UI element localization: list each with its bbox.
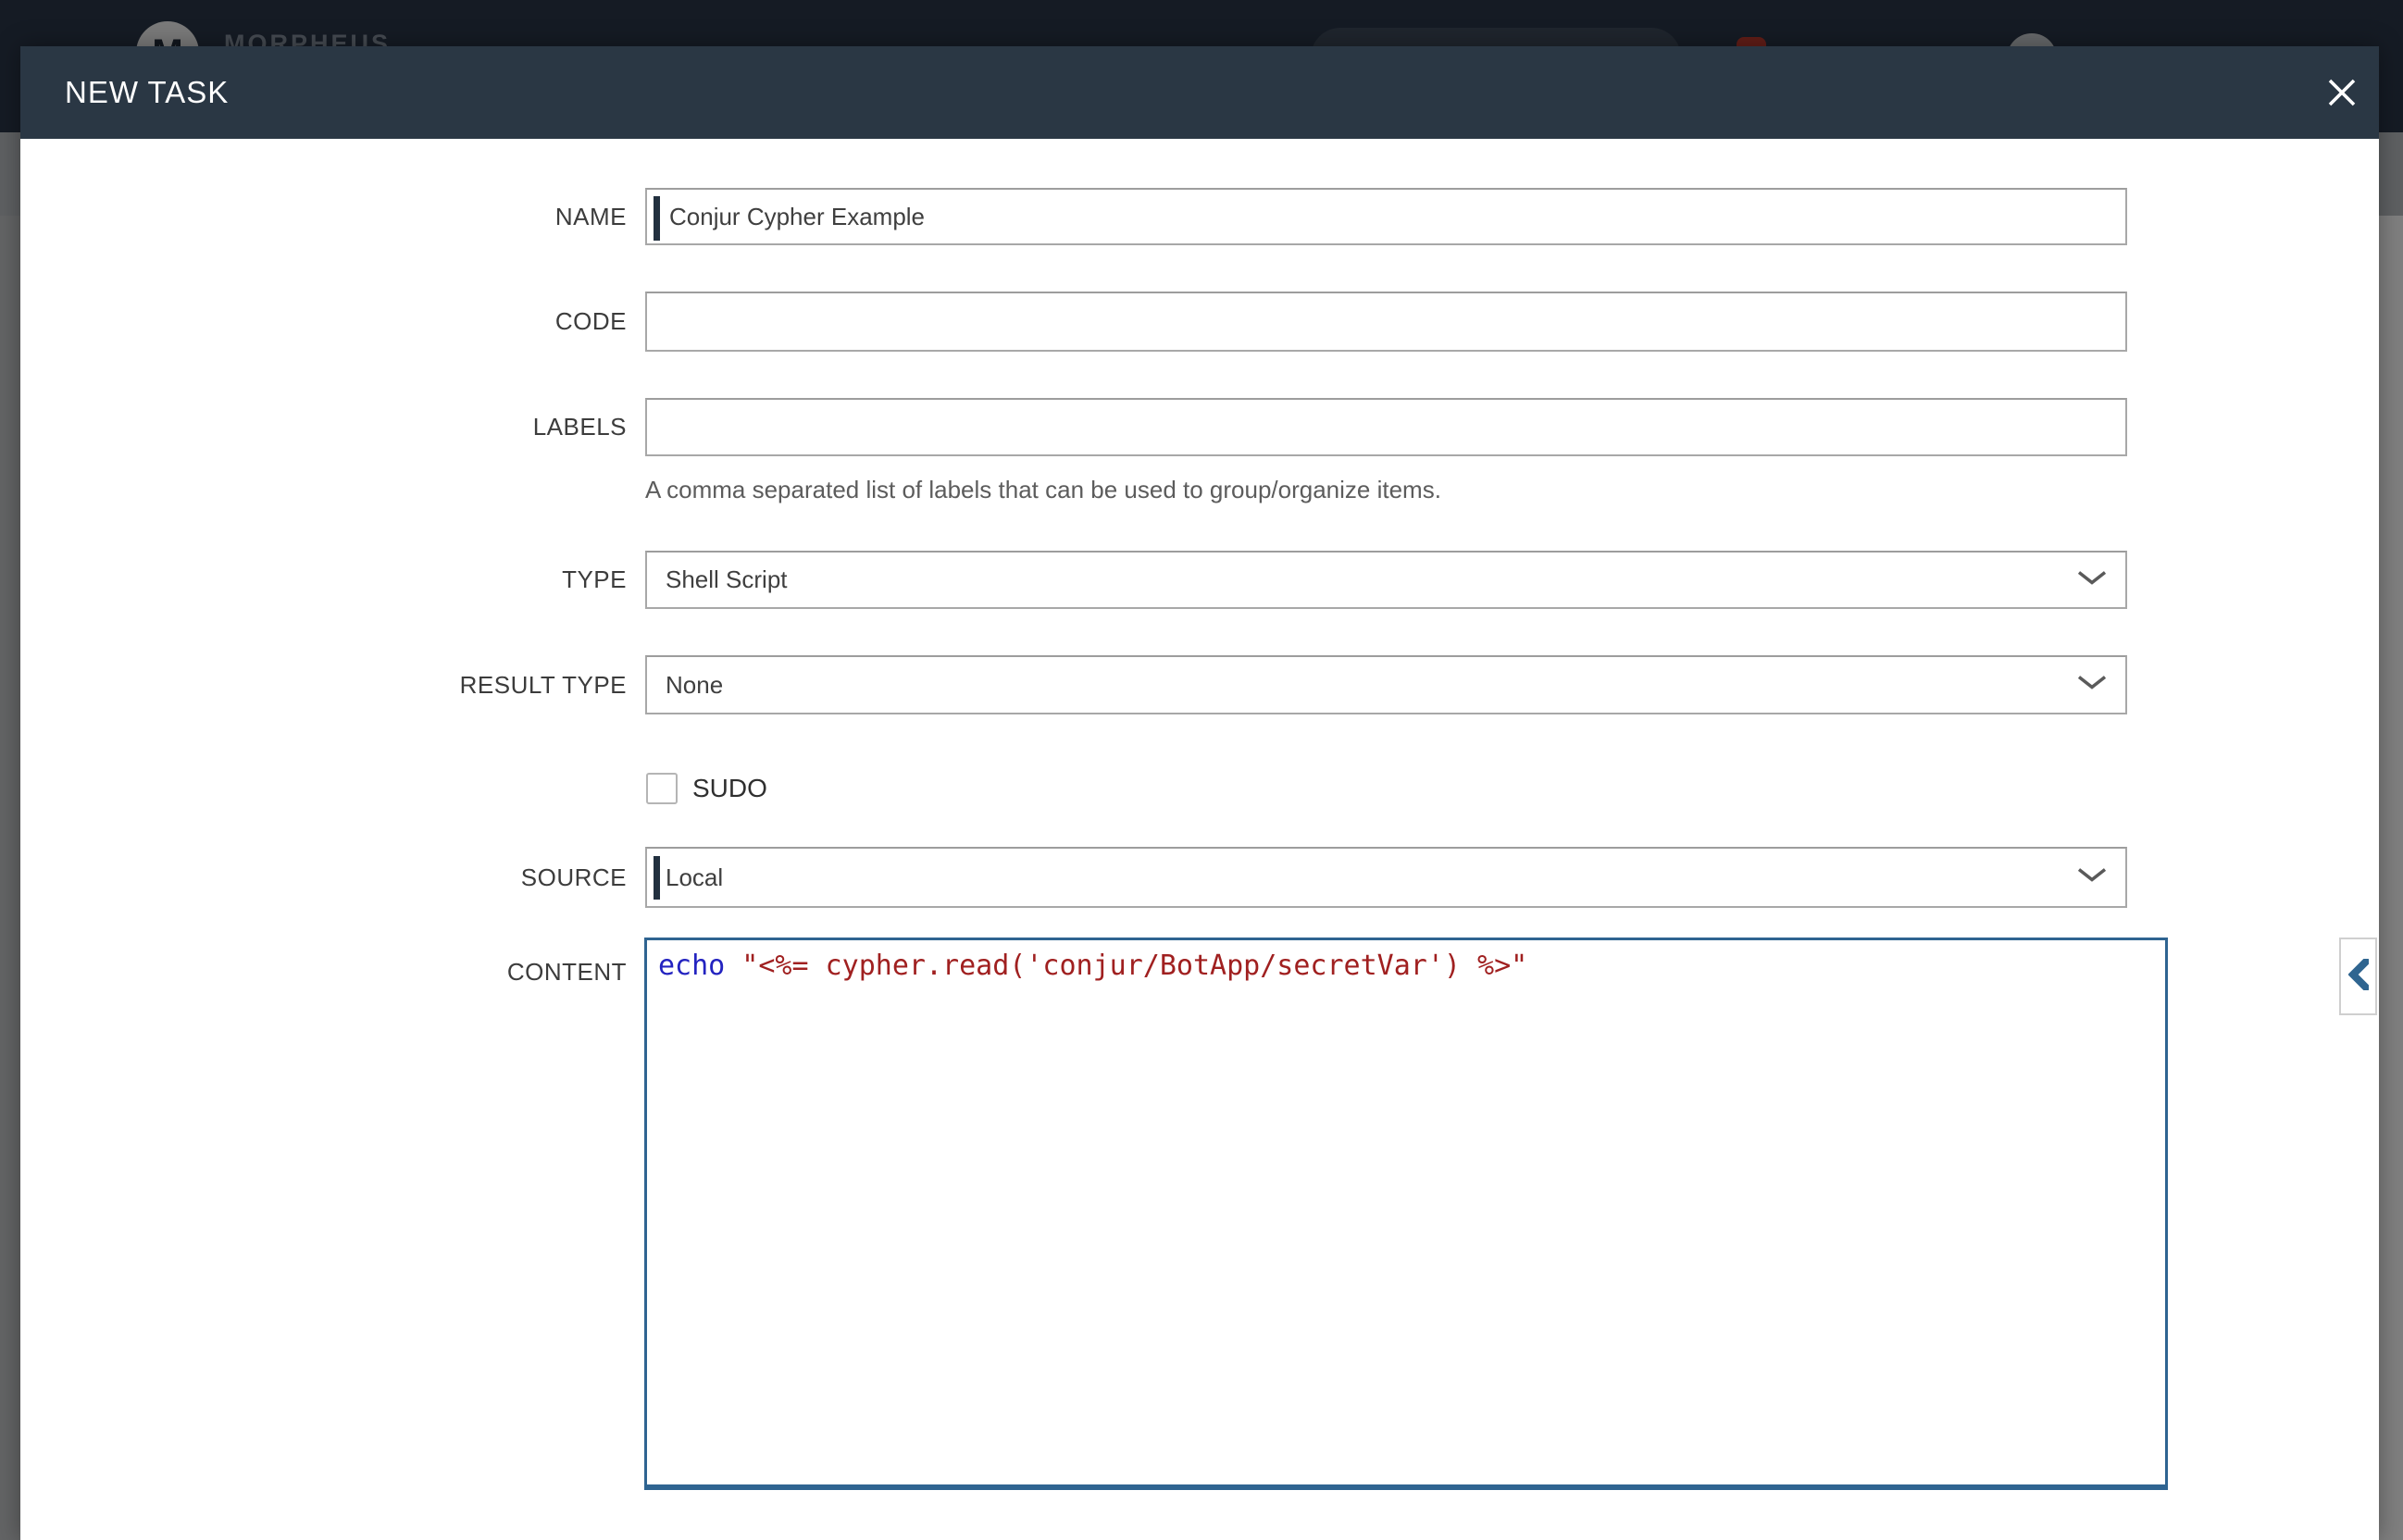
- content-code-editor[interactable]: echo "<%= cypher.read('conjur/BotApp/sec…: [644, 938, 2168, 1490]
- source-label: SOURCE: [182, 847, 627, 908]
- type-select[interactable]: Shell Script: [645, 551, 2127, 609]
- type-select-value: Shell Script: [666, 553, 788, 607]
- name-label: NAME: [182, 188, 627, 245]
- result-type-label: RESULT TYPE: [182, 655, 627, 714]
- text-caret: [654, 856, 660, 900]
- text-caret: [654, 196, 660, 241]
- labels-label: LABELS: [182, 398, 627, 456]
- labels-input[interactable]: [645, 398, 2127, 456]
- sudo-checkbox[interactable]: [646, 773, 678, 804]
- modal-title: NEW TASK: [65, 46, 229, 139]
- chevron-down-icon: [2077, 570, 2107, 590]
- source-select-value: Local: [666, 849, 723, 906]
- code-line: echo "<%= cypher.read('conjur/BotApp/sec…: [658, 948, 2154, 985]
- result-type-select-value: None: [666, 657, 723, 713]
- content-label: CONTENT: [182, 958, 627, 986]
- code-keyword: echo: [658, 950, 725, 982]
- modal-header: NEW TASK: [20, 46, 2379, 139]
- labels-help-text: A comma separated list of labels that ca…: [645, 476, 1441, 504]
- code-string: "<%= cypher.read('conjur/BotApp/secretVa…: [725, 950, 1527, 982]
- chevron-down-icon: [2077, 868, 2107, 888]
- code-label: CODE: [182, 292, 627, 352]
- type-label: TYPE: [182, 551, 627, 609]
- sudo-label: SUDO: [692, 773, 767, 804]
- name-input[interactable]: [645, 188, 2127, 245]
- close-icon[interactable]: [2322, 72, 2362, 113]
- chevron-left-icon: [2348, 959, 2369, 995]
- panel-collapse-button[interactable]: [2339, 938, 2377, 1015]
- chevron-down-icon: [2077, 676, 2107, 695]
- code-input[interactable]: [645, 292, 2127, 352]
- source-select[interactable]: Local: [645, 847, 2127, 908]
- result-type-select[interactable]: None: [645, 655, 2127, 714]
- new-task-modal: NEW TASK NAME CODE LABELS A comma separa…: [20, 46, 2379, 1540]
